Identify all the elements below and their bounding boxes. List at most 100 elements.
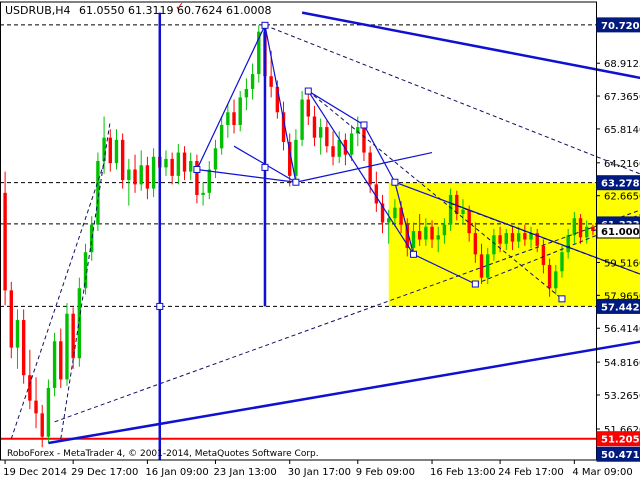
candle-body	[15, 320, 20, 348]
candle-body	[337, 139, 341, 157]
candle-body	[300, 99, 304, 140]
candle-body	[331, 146, 335, 157]
price-badge-label: 50.4718	[601, 450, 640, 461]
y-tick-label: 62.6650	[604, 192, 640, 203]
pattern-node	[292, 178, 300, 186]
y-tick-label: 54.8160	[604, 358, 640, 369]
candlestick-chart: 68.9125 67.3650 65.8140 64.2160 62.6650 61.00…	[0, 0, 640, 480]
candle-body	[492, 235, 496, 255]
candle-body	[294, 139, 298, 176]
candle-body	[71, 313, 75, 359]
pattern-node	[156, 302, 164, 310]
candle-body	[368, 152, 372, 185]
y-tick-label: 59.5160	[604, 258, 640, 269]
pattern-node	[193, 166, 201, 174]
pattern-node	[304, 87, 312, 95]
candle-body	[560, 252, 564, 272]
candle-body	[430, 226, 434, 240]
candle-body	[21, 320, 26, 376]
candle-body	[59, 341, 63, 380]
candle-body	[213, 148, 218, 170]
candle-body	[541, 245, 546, 265]
candle-body	[504, 233, 508, 244]
candle-body	[436, 235, 440, 240]
pattern-node	[558, 295, 566, 303]
pattern-node	[261, 21, 269, 29]
candle-body	[232, 112, 236, 125]
candle-body	[479, 254, 484, 278]
candle-body	[269, 76, 273, 87]
candle-body	[102, 137, 106, 162]
pattern-node	[391, 178, 399, 186]
candle-body	[120, 139, 125, 181]
y-tick-label: 67.3650	[604, 92, 640, 103]
candle-body	[90, 224, 94, 253]
candle-body	[3, 192, 7, 291]
pattern-node	[261, 163, 269, 171]
candle-body	[77, 288, 82, 359]
candle-body	[585, 226, 589, 238]
candle-body	[498, 235, 502, 244]
candle-body	[578, 218, 583, 238]
candle-body	[306, 99, 310, 117]
y-tick-label: 53.2650	[604, 391, 640, 402]
candle-body	[40, 413, 44, 437]
candle-body	[473, 233, 478, 255]
candle-body	[34, 400, 38, 414]
price-badge-label: 61.0008	[601, 227, 640, 238]
candle-body	[417, 231, 422, 240]
x-tick-label: 23 Jan 13:00	[213, 467, 276, 478]
x-tick-label: 19 Dec 2014	[3, 467, 67, 478]
candle-body	[133, 169, 137, 185]
candle-body	[219, 124, 224, 149]
candle-body	[325, 127, 329, 147]
candle-body	[516, 233, 521, 242]
candle-body	[461, 209, 465, 215]
candle-body	[523, 233, 527, 240]
candle-body	[411, 231, 416, 248]
candle-body	[226, 112, 230, 125]
symbol-header: USDRUB,H4 61.0550 61.3119 60.7624 61.000…	[5, 4, 271, 17]
candle-body	[387, 218, 391, 223]
price-badge-label: 57.4426	[601, 302, 640, 313]
pattern-node	[471, 280, 479, 288]
candle-body	[145, 165, 150, 189]
candle-body	[201, 192, 205, 195]
y-tick-label: 68.9125	[604, 59, 640, 70]
candle-body	[238, 97, 242, 125]
candle-body	[547, 264, 552, 289]
pattern-node	[409, 250, 417, 258]
candle-body	[170, 158, 174, 176]
candle-body	[65, 313, 69, 380]
candle-body	[554, 271, 558, 289]
x-tick-label: 9 Feb 09:00	[356, 467, 415, 478]
x-tick-label: 24 Feb 17:00	[498, 467, 564, 478]
watermark: RoboForex - MetaTrader 4, © 2001-2014, M…	[7, 449, 319, 459]
candle-body	[244, 88, 249, 98]
x-tick-label: 4 Mar 09:00	[572, 467, 632, 478]
candle-body	[46, 387, 51, 437]
y-tick-label: 64.2160	[604, 159, 640, 170]
candle-body	[424, 226, 428, 240]
price-badge-label: 51.2051	[601, 435, 640, 446]
candle-body	[114, 139, 119, 164]
y-tick-label: 65.8140	[604, 125, 640, 136]
candle-body	[127, 169, 131, 181]
candle-body	[207, 169, 211, 193]
candle-body	[250, 74, 255, 89]
candle-body	[182, 152, 187, 172]
candle-body	[151, 156, 156, 189]
candle-body	[28, 375, 32, 401]
candle-body	[52, 341, 57, 388]
candle-body	[349, 133, 354, 155]
candle-body	[139, 165, 143, 185]
price-badge-label: 63.2786	[601, 179, 640, 190]
symbol-label: USDRUB,H4	[5, 4, 71, 17]
price-badge-label: 70.7206	[601, 21, 640, 32]
candle-body	[566, 235, 570, 253]
candle-body	[362, 127, 366, 153]
candle-body	[9, 290, 13, 348]
candle-body	[318, 127, 323, 138]
x-tick-label: 30 Jan 17:00	[288, 467, 351, 478]
candle-body	[189, 161, 193, 172]
